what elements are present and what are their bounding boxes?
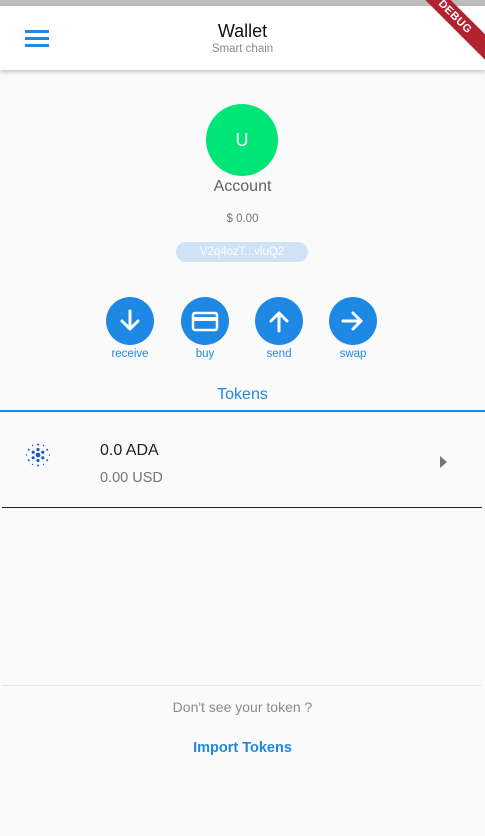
swap-circle [329, 297, 377, 345]
receive-label: receive [111, 348, 149, 360]
wallet-screen: Wallet Smart chain DEBUG U Account $ 0.0… [0, 0, 485, 836]
token-row[interactable]: 0.0 ADA 0.00 USD [2, 412, 482, 508]
app-subtitle: Smart chain [211, 43, 274, 55]
cardano-icon [25, 443, 51, 467]
send-circle [255, 297, 303, 345]
chevron-right-icon [440, 456, 447, 468]
footer-divider [2, 685, 482, 686]
arrow-right-icon [341, 311, 363, 331]
app-title-group: Wallet Smart chain [0, 20, 485, 56]
avatar[interactable]: U [206, 104, 278, 176]
send-label: send [266, 348, 292, 360]
token-amount: 0.0 ADA [100, 442, 159, 459]
buy-button[interactable]: buy [175, 297, 235, 361]
account-balance: $ 0.00 [226, 213, 259, 225]
swap-button[interactable]: swap [323, 297, 383, 361]
arrow-up-icon [269, 311, 289, 333]
credit-card-icon [191, 311, 219, 332]
missing-token-hint: Don't see your token ? [172, 699, 313, 715]
receive-button[interactable]: receive [100, 297, 160, 361]
arrow-down-icon [120, 309, 140, 331]
token-fiat-value: 0.00 USD [100, 470, 163, 486]
app-title: Wallet [217, 21, 268, 41]
tab-tokens[interactable]: Tokens [0, 386, 485, 404]
buy-label: buy [195, 348, 215, 360]
app-bar: Wallet Smart chain [0, 6, 485, 70]
import-tokens-button[interactable]: Import Tokens [0, 740, 485, 756]
buy-circle [181, 297, 229, 345]
send-button[interactable]: send [249, 297, 309, 361]
account-name: Account [213, 178, 272, 195]
receive-circle [106, 297, 154, 345]
address-chip[interactable]: V2q4ozT...vluQ2 [176, 242, 308, 262]
swap-label: swap [339, 348, 367, 360]
